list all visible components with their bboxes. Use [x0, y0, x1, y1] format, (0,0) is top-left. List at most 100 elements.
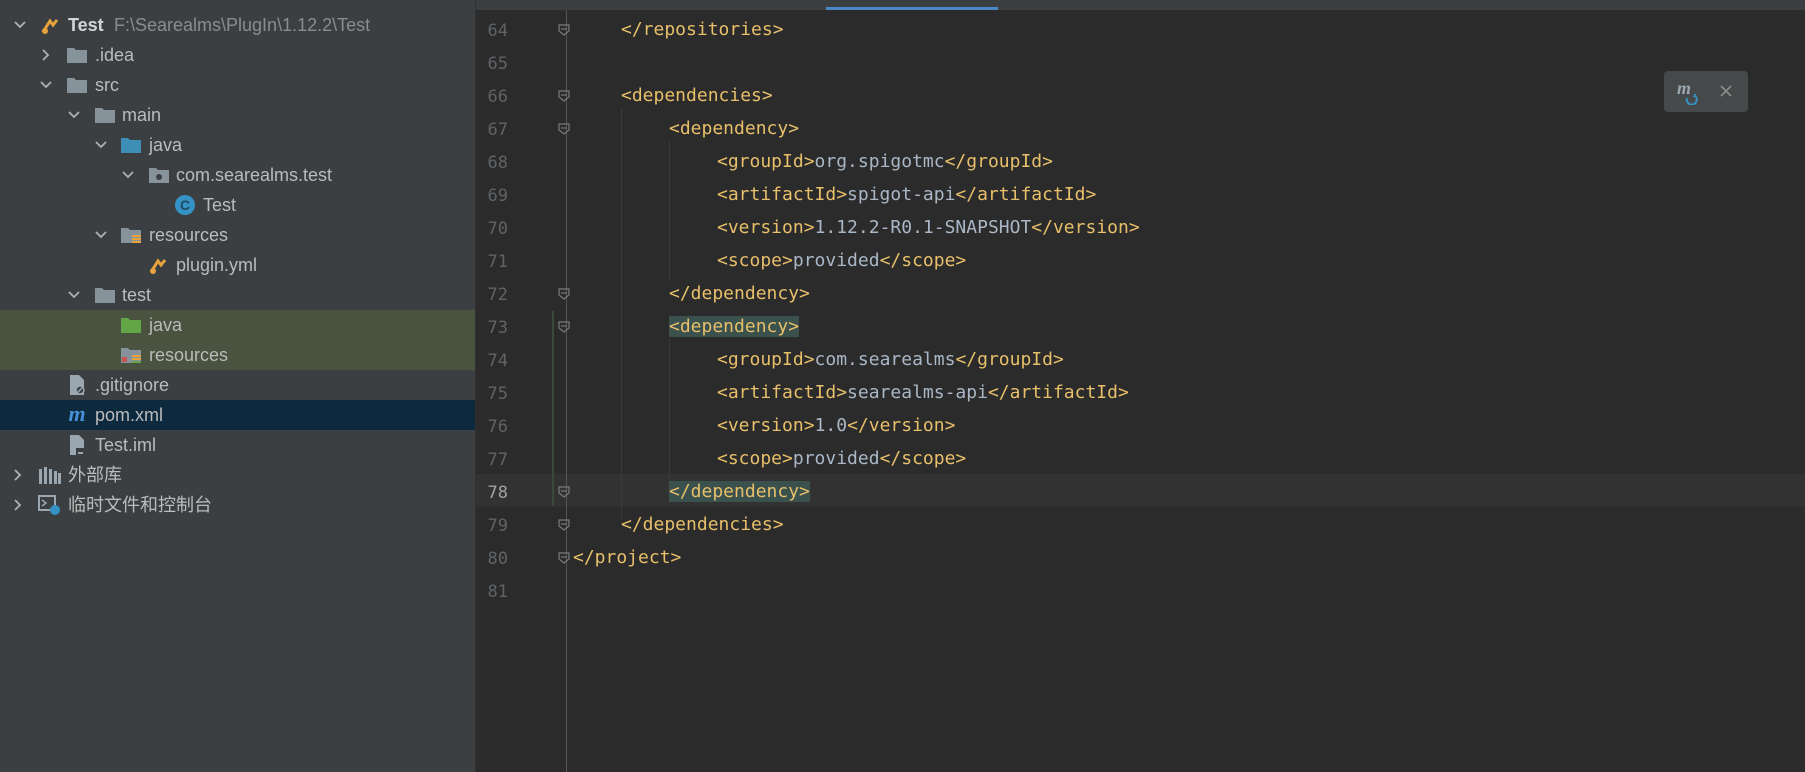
xml-open-tag: <version>	[717, 415, 815, 436]
code-line[interactable]: <version>1.12.2-R0.1-SNAPSHOT</version>	[717, 211, 1140, 244]
line-number: 71	[487, 252, 508, 272]
library-icon	[38, 460, 62, 490]
code-line[interactable]: <dependencies>	[621, 79, 773, 112]
xml-text: spigot-api	[847, 184, 956, 205]
tree-item-package[interactable]: com.searealms.test	[0, 160, 475, 190]
tree-item-plugin-yml[interactable]: plugin.yml	[0, 250, 475, 280]
tree-item-test-java[interactable]: java	[0, 310, 475, 340]
close-icon[interactable]	[1716, 81, 1736, 106]
tree-item-main[interactable]: main	[0, 100, 475, 130]
tree-item-label: plugin.yml	[176, 255, 258, 275]
xml-text: 1.12.2-R0.1-SNAPSHOT	[814, 217, 1032, 238]
tree-item-scratches[interactable]: 临时文件和控制台	[0, 490, 475, 520]
change-marker	[552, 311, 554, 506]
fold-icon[interactable]	[557, 89, 571, 103]
scratches-icon	[38, 490, 62, 520]
chevron-down-icon[interactable]	[64, 280, 84, 310]
line-number: 81	[487, 582, 508, 602]
tree-root-row[interactable]: Test F:\Searealms\PlugIn\1.12.2\Test	[0, 10, 475, 40]
tree-item-test-resources[interactable]: resources	[0, 340, 475, 370]
folder-icon	[65, 40, 89, 70]
tree-item-label: resources	[149, 225, 229, 245]
code-line[interactable]: <artifactId>spigot-api</artifactId>	[717, 178, 1096, 211]
tree-item-label: 外部库	[68, 465, 122, 485]
project-path: F:\Searealms\PlugIn\1.12.2\Test	[114, 15, 371, 35]
chevron-down-icon[interactable]	[91, 130, 111, 160]
code-line[interactable]: </dependencies>	[621, 508, 784, 541]
fold-icon[interactable]	[557, 320, 571, 334]
chevron-right-icon[interactable]	[8, 460, 28, 490]
code-line[interactable]: <version>1.0</version>	[717, 409, 955, 442]
line-number: 75	[487, 384, 508, 404]
fold-icon[interactable]	[557, 518, 571, 532]
xml-close-tag: </scope>	[879, 448, 967, 469]
line-number: 79	[487, 516, 508, 536]
chevron-down-icon[interactable]	[10, 10, 30, 40]
svg-text:C: C	[180, 197, 190, 213]
xml-text: searealms-api	[847, 382, 988, 403]
source-folder-icon	[119, 130, 143, 160]
xml-open-tag: <scope>	[717, 250, 793, 271]
code-line[interactable]: </project>	[573, 541, 681, 574]
chevron-down-icon[interactable]	[91, 220, 111, 250]
chevron-right-icon[interactable]	[8, 490, 28, 520]
code-line[interactable]: <groupId>org.spigotmc</groupId>	[717, 145, 1053, 178]
tree-item-label: Test	[203, 195, 237, 215]
tree-item-label: java	[149, 315, 183, 335]
tree-item-test-iml[interactable]: Test.iml	[0, 430, 475, 460]
xml-close-tag: </groupId>	[955, 349, 1064, 370]
code-line[interactable]: <scope>provided</scope>	[717, 244, 966, 277]
code-line[interactable]: <dependency>	[669, 310, 800, 343]
chevron-down-icon[interactable]	[118, 160, 138, 190]
fold-icon[interactable]	[557, 551, 571, 565]
yaml-file-icon	[146, 250, 170, 280]
chevron-right-icon[interactable]	[36, 40, 56, 70]
code-line[interactable]: </dependency>	[669, 475, 810, 508]
tree-item-label: pom.xml	[95, 405, 164, 425]
xml-open-tag: </dependency>	[669, 481, 810, 502]
fold-icon[interactable]	[557, 485, 571, 499]
tree-item-test-dir[interactable]: test	[0, 280, 475, 310]
line-number: 73	[487, 318, 508, 338]
folder-icon	[93, 100, 117, 130]
tree-item-java-source[interactable]: java	[0, 130, 475, 160]
tree-item-label: com.searealms.test	[176, 165, 333, 185]
xml-open-tag: <dependencies>	[621, 85, 773, 106]
module-icon	[38, 10, 62, 40]
tree-item-test-class[interactable]: C Test	[0, 190, 475, 220]
tree-item-src[interactable]: src	[0, 70, 475, 100]
fold-icon[interactable]	[557, 122, 571, 136]
code-line[interactable]: <scope>provided</scope>	[717, 442, 966, 475]
test-resources-folder-icon	[119, 340, 143, 370]
tree-item-label: .gitignore	[95, 375, 170, 395]
tree-item-label: Test.iml	[95, 435, 157, 455]
tree-item-idea[interactable]: .idea	[0, 40, 475, 70]
code-line[interactable]: <groupId>com.searealms</groupId>	[717, 343, 1064, 376]
tree-item-external-libraries[interactable]: 外部库	[0, 460, 475, 490]
tree-item-gitignore[interactable]: .gitignore	[0, 370, 475, 400]
tree-item-label: resources	[149, 345, 229, 365]
code-line[interactable]: </repositories>	[621, 13, 784, 46]
xml-open-tag: </project>	[573, 547, 682, 568]
chevron-down-icon[interactable]	[36, 70, 56, 100]
code-line[interactable]: </dependency>	[669, 277, 810, 310]
tree-item-pom-xml[interactable]: m pom.xml	[0, 400, 475, 430]
tree-item-label: main	[122, 105, 162, 125]
svg-text:m: m	[1677, 79, 1691, 98]
xml-close-tag: </scope>	[879, 250, 967, 271]
xml-open-tag: <artifactId>	[717, 184, 848, 205]
code-line[interactable]: <artifactId>searealms-api</artifactId>	[717, 376, 1129, 409]
line-number: 80	[487, 549, 508, 569]
code-line[interactable]: <dependency>	[669, 112, 799, 145]
chevron-down-icon[interactable]	[64, 100, 84, 130]
tree-item-resources[interactable]: resources	[0, 220, 475, 250]
line-number: 66	[487, 87, 508, 107]
fold-icon[interactable]	[557, 287, 571, 301]
xml-close-tag: </version>	[847, 415, 956, 436]
xml-open-tag: </dependency>	[669, 283, 810, 304]
folder-icon	[65, 70, 89, 100]
maven-reload-icon[interactable]: m	[1674, 78, 1700, 110]
line-number: 69	[487, 186, 508, 206]
fold-icon[interactable]	[557, 23, 571, 37]
indent-guide	[621, 108, 622, 518]
